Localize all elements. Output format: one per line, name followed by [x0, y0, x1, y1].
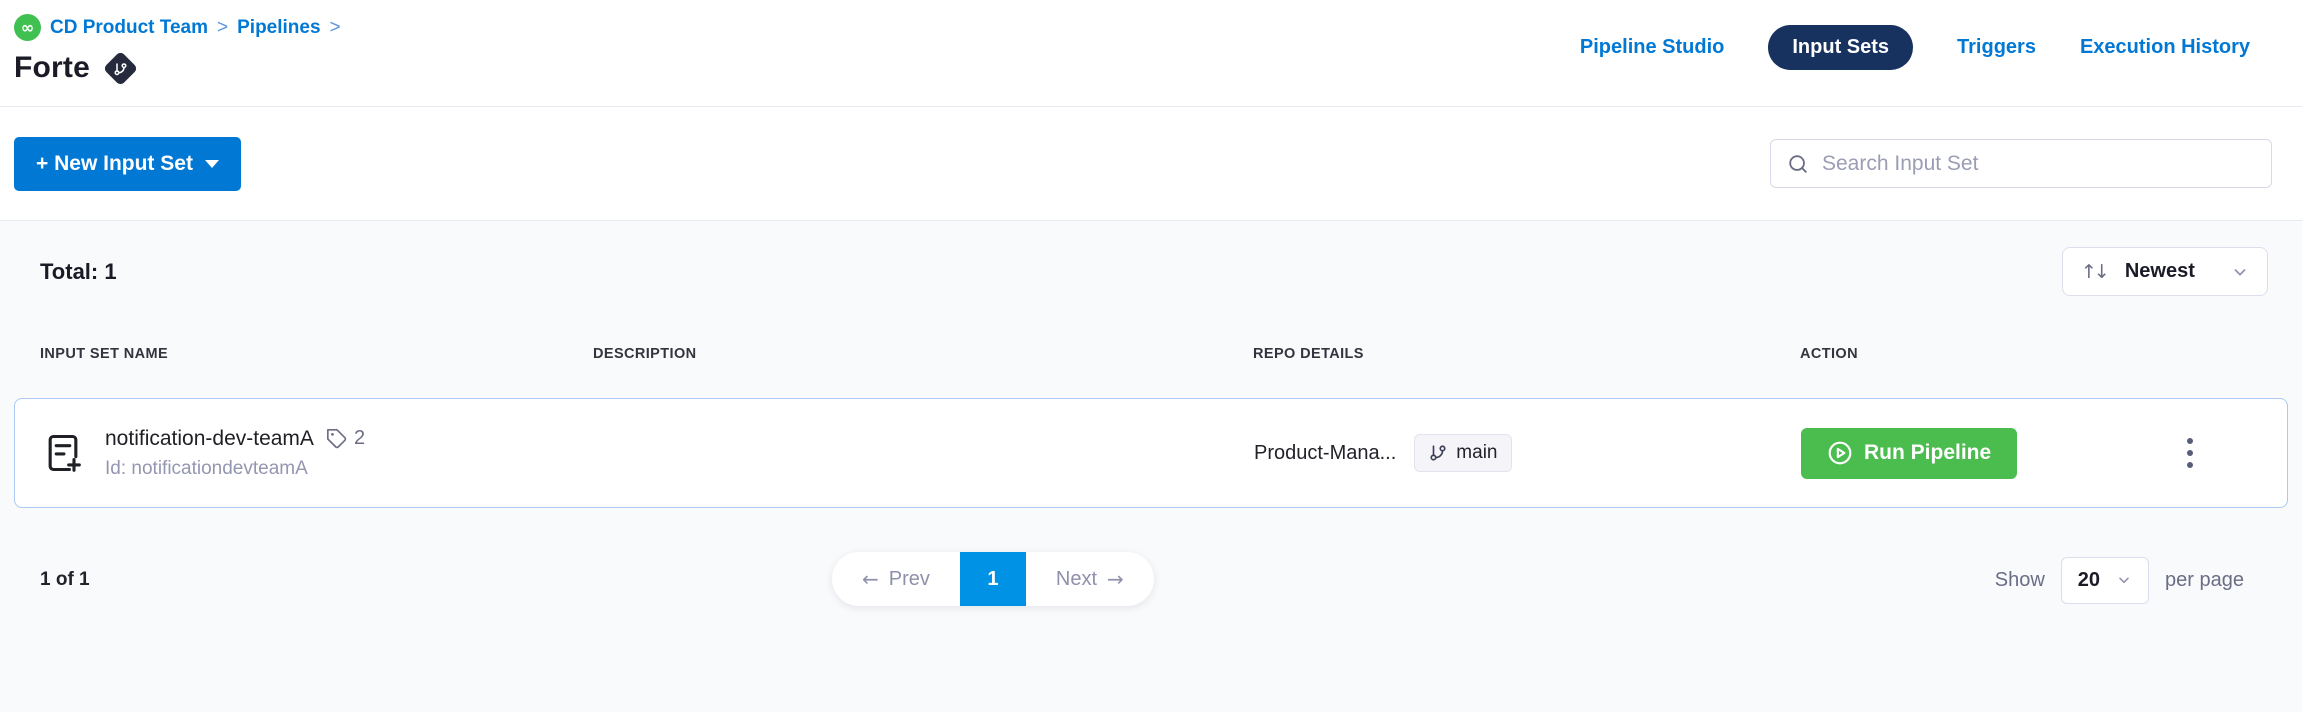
search-box: [1770, 139, 2272, 188]
column-header-repo-details: Repo Details: [1253, 346, 1800, 362]
column-header-description: Description: [593, 346, 1253, 362]
chevron-right-icon: >: [217, 17, 228, 39]
new-input-set-label: + New Input Set: [36, 152, 193, 176]
prev-label: Prev: [889, 568, 930, 591]
pagination-bar: 1 of 1 ← Prev 1 Next → Show 20 per page: [0, 552, 2302, 608]
show-label: Show: [1995, 569, 2045, 592]
tab-triggers[interactable]: Triggers: [1957, 36, 2036, 59]
list-toolbar: Total: 1 ↑↓ Newest: [0, 221, 2302, 296]
current-page-button[interactable]: 1: [960, 552, 1026, 606]
chevron-down-icon: [2231, 263, 2249, 281]
input-sets-toolbar: + New Input Set: [0, 107, 2302, 221]
tab-input-sets[interactable]: Input Sets: [1768, 25, 1913, 70]
input-set-id: Id: notificationdevteamA: [105, 458, 365, 480]
arrow-right-icon: →: [1107, 567, 1124, 591]
search-input[interactable]: [1822, 152, 2255, 176]
next-label: Next: [1056, 568, 1097, 591]
git-branch-icon: [1429, 444, 1447, 462]
breadcrumb-pipelines-link[interactable]: Pipelines: [237, 17, 320, 39]
column-header-name: Input Set Name: [40, 346, 593, 362]
breadcrumb-project-link[interactable]: CD Product Team: [50, 17, 208, 39]
git-branch-icon: [114, 61, 128, 75]
kebab-dot: [2187, 438, 2193, 444]
page-title: Forte: [14, 51, 90, 85]
sort-dropdown[interactable]: ↑↓ Newest: [2062, 247, 2268, 296]
next-page-button[interactable]: Next →: [1026, 552, 1154, 606]
page-header: ∞ CD Product Team > Pipelines > Forte Pi…: [0, 0, 2302, 107]
kebab-dot: [2187, 450, 2193, 456]
per-page-label: per page: [2165, 569, 2244, 592]
chevron-down-icon: [205, 160, 219, 168]
tags-badge: 2: [326, 427, 365, 450]
input-set-name-cell: notification-dev-teamA 2 Id: notificatio…: [41, 427, 594, 480]
arrow-left-icon: ←: [862, 567, 879, 591]
page-size-select[interactable]: 20: [2061, 557, 2149, 604]
input-set-icon: [41, 431, 85, 475]
total-count-label: Total: 1: [40, 259, 117, 285]
sort-selected-value: Newest: [2121, 260, 2217, 283]
tab-execution-history[interactable]: Execution History: [2080, 36, 2250, 59]
sort-arrows-icon: ↑↓: [2081, 261, 2107, 283]
page-summary: 1 of 1: [40, 569, 90, 591]
git-sync-badge[interactable]: [103, 50, 138, 85]
table-header-row: Input Set Name Description Repo Details …: [14, 346, 2288, 362]
chevron-down-icon: [2116, 572, 2132, 588]
row-menu-button[interactable]: [2177, 428, 2203, 478]
pipeline-tabs: Pipeline Studio Input Sets Triggers Exec…: [1580, 0, 2250, 70]
page-size-control: Show 20 per page: [1995, 557, 2244, 604]
input-set-row[interactable]: notification-dev-teamA 2 Id: notificatio…: [14, 398, 2288, 508]
branch-pill: main: [1414, 434, 1512, 472]
repo-name: Product-Mana...: [1254, 442, 1396, 465]
search-icon: [1787, 153, 1809, 175]
input-set-name: notification-dev-teamA: [105, 427, 314, 451]
play-circle-icon: [1827, 440, 1853, 466]
prev-page-button[interactable]: ← Prev: [832, 552, 960, 606]
page-size-value: 20: [2078, 569, 2100, 592]
chevron-right-icon: >: [330, 17, 341, 39]
run-pipeline-label: Run Pipeline: [1864, 441, 1991, 465]
new-input-set-button[interactable]: + New Input Set: [14, 137, 241, 191]
breadcrumb: ∞ CD Product Team > Pipelines >: [14, 14, 341, 41]
pager: ← Prev 1 Next →: [832, 552, 1154, 606]
tab-pipeline-studio[interactable]: Pipeline Studio: [1580, 36, 1724, 59]
branch-name: main: [1456, 442, 1497, 464]
tag-count: 2: [354, 427, 365, 450]
column-header-action: Action: [1800, 346, 2262, 362]
run-pipeline-button[interactable]: Run Pipeline: [1801, 428, 2017, 479]
action-cell: Run Pipeline: [1801, 428, 2261, 479]
tag-icon: [326, 428, 348, 450]
cd-module-icon: ∞: [14, 14, 41, 41]
repo-details-cell: Product-Mana... main: [1254, 434, 1801, 472]
kebab-dot: [2187, 462, 2193, 468]
